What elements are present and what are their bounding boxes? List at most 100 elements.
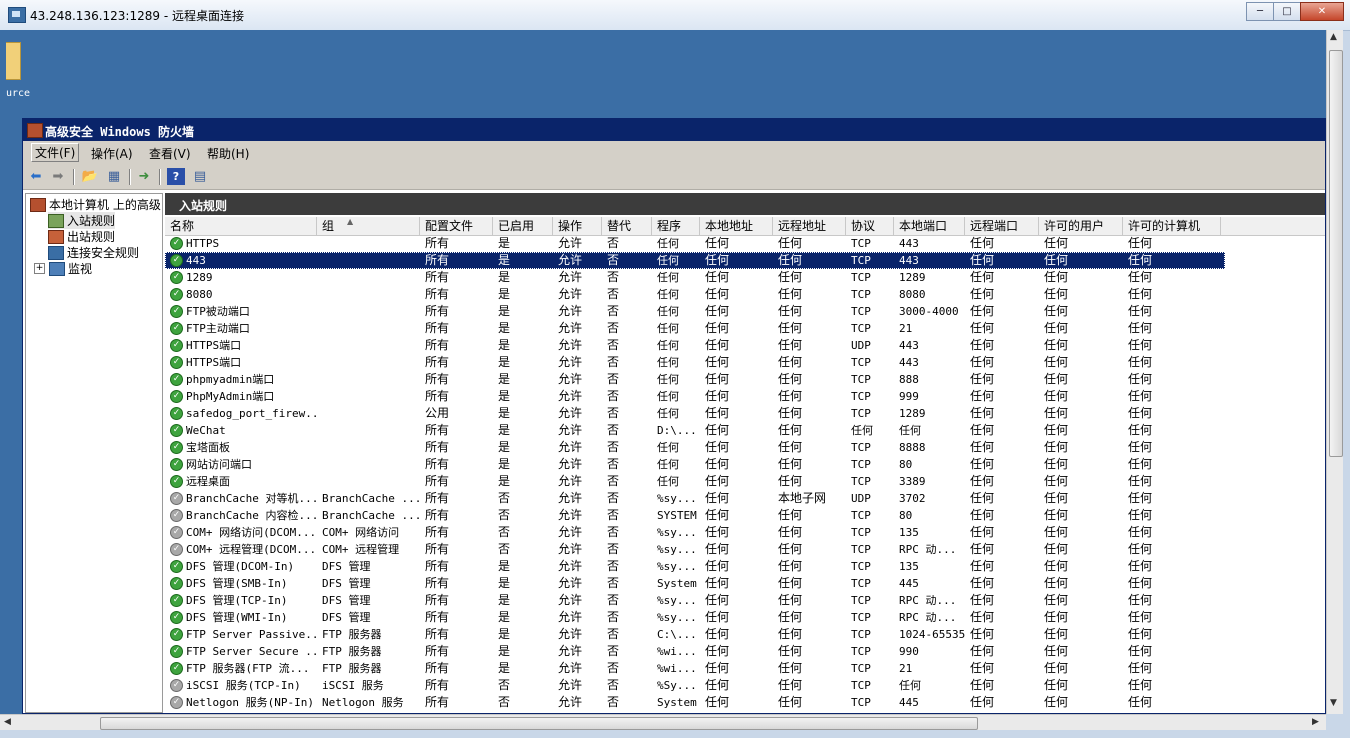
column-group-header[interactable]: 组: [317, 217, 420, 235]
firewall-titlebar[interactable]: 高级安全 Windows 防火墙: [23, 119, 1325, 141]
show-hide-tree-icon[interactable]: ▦: [105, 168, 123, 185]
vertical-scrollbar[interactable]: ▲ ▼: [1326, 30, 1343, 714]
table-row[interactable]: ✓ 1289 所有是允许否任何 任何 任何 TCP 1289 任何 任何 任何: [165, 269, 1225, 286]
column-remote-port-cell: 任何: [970, 457, 995, 471]
scroll-left-icon[interactable]: ◀: [4, 717, 11, 727]
table-row[interactable]: ✓ COM+ 远程管理(DCOM... COM+ 远程管理 所有否允许否 %sy... 任…: [165, 541, 1225, 558]
horizontal-scroll-thumb[interactable]: [100, 717, 978, 730]
column-protocol-cell: TCP: [851, 356, 871, 369]
column-override-cell: 否: [607, 304, 620, 318]
tree-item-outbound-rules[interactable]: 出站规则: [48, 228, 115, 245]
menu-help[interactable]: 帮助(H): [207, 145, 249, 162]
export-list-icon[interactable]: ➜: [135, 168, 153, 185]
table-row[interactable]: ✓ BranchCache 对等机... BranchCache ... 所有否允许否…: [165, 490, 1225, 507]
table-row[interactable]: ✓ FTP被动端口 所有是允许否任何 任何 任何 TCP 3000-4000 任何 任何 任何: [165, 303, 1225, 320]
table-row[interactable]: ✓ FTP Server Secure ... FTP 服务器 所有是允许否 %wi..…: [165, 643, 1225, 660]
column-name-header[interactable]: 名称: [165, 217, 317, 235]
column-program-cell: %wi...: [657, 645, 697, 658]
column-action-header[interactable]: 操作: [553, 217, 602, 235]
table-row[interactable]: ✓ safedog_port_firew... 公用是允许否任何 任何 任何 TCP 128…: [165, 405, 1225, 422]
table-row[interactable]: ✓ 443 所有是允许否任何 任何 任何 TCP 443 任何 任何 任何: [165, 252, 1225, 269]
forward-arrow-icon[interactable]: ➡: [49, 168, 67, 185]
table-row[interactable]: ✓ DFS 管理(DCOM-In) DFS 管理 所有是允许否 %sy... 任何 任何 TC…: [165, 558, 1225, 575]
minimize-icon[interactable]: ─: [1246, 2, 1274, 21]
tree-item-connection-security-rules[interactable]: 连接安全规则: [48, 244, 139, 261]
column-protocol-cell: TCP: [851, 543, 871, 556]
tree-root[interactable]: 本地计算机 上的高级: [30, 196, 161, 213]
column-remote-port-cell: 任何: [970, 576, 995, 590]
menu-view[interactable]: 查看(V): [149, 145, 191, 162]
maximize-icon[interactable]: □: [1273, 2, 1301, 21]
column-remote-port-cell: 任何: [970, 474, 995, 488]
table-row[interactable]: ✓ Netlogon 服务(NP-In) Netlogon 服务 所有否允许否 Syst…: [165, 694, 1225, 711]
table-row[interactable]: ✓ iSCSI 服务(TCP-In) iSCSI 服务 所有否允许否 %Sy... 任何任…: [165, 677, 1225, 694]
column-protocol-header[interactable]: 协议: [846, 217, 894, 235]
help-icon[interactable]: ?: [167, 168, 185, 185]
column-program-header[interactable]: 程序: [652, 217, 700, 235]
table-row[interactable]: ✓ 宝塔面板 所有是允许否任何 任何 任何 TCP 8888 任何 任何 任何: [165, 439, 1225, 456]
expand-plus-icon[interactable]: +: [34, 263, 45, 274]
column-enabled-cell: 是: [498, 406, 511, 420]
back-arrow-icon[interactable]: ⬅: [27, 168, 45, 185]
table-row[interactable]: ✓ FTP主动端口 所有是允许否任何 任何 任何 TCP 21 任何 任何 任何: [165, 320, 1225, 337]
table-row[interactable]: ✓ 网站访问端口 所有是允许否任何 任何 任何 TCP 80 任何 任何 任何: [165, 456, 1225, 473]
horizontal-scrollbar[interactable]: ◀ ▶: [0, 714, 1326, 731]
column-enabled-header[interactable]: 已启用: [493, 217, 553, 235]
column-local-port-cell: 3000-4000: [899, 305, 959, 318]
table-row[interactable]: ✓ FTP 服务器(FTP 流... FTP 服务器 所有是允许否 %wi... 任何 任何…: [165, 660, 1225, 677]
column-protocol-cell: TCP: [851, 390, 871, 403]
column-profile-header[interactable]: 配置文件: [420, 217, 493, 235]
column-local-port-cell: 990: [899, 645, 919, 658]
column-allowed-computers-header[interactable]: 许可的计算机: [1123, 217, 1221, 235]
tree-item-inbound-rules[interactable]: 入站规则: [48, 212, 116, 229]
column-local-port-header[interactable]: 本地端口: [894, 217, 965, 235]
table-row[interactable]: ✓ phpmyadmin端口 所有是允许否任何 任何 任何 TCP 888 任何 任何 任何: [165, 371, 1225, 388]
scroll-up-icon[interactable]: ▲: [1330, 32, 1337, 42]
column-local-port-cell: 999: [899, 390, 919, 403]
column-name-cell: FTP 服务器(FTP 流...: [186, 662, 310, 675]
table-row[interactable]: ✓ PhpMyAdmin端口 所有是允许否任何 任何 任何 TCP 999 任何 任何 任何: [165, 388, 1225, 405]
column-local-address-cell: 任何: [705, 423, 730, 437]
table-row[interactable]: ✓ HTTPS 所有是允许否任何 任何 任何 TCP 443 任何 任何 任何: [165, 235, 1225, 252]
properties-icon[interactable]: ▤: [191, 168, 209, 185]
column-remote-address-cell: 任何: [778, 321, 803, 335]
table-row[interactable]: ✓ BranchCache 内容检... BranchCache ... 所有否允许否…: [165, 507, 1225, 524]
column-program-cell: 任何: [657, 441, 679, 454]
column-override-cell: 否: [607, 678, 620, 692]
table-row[interactable]: ✓ HTTPS端口 所有是允许否任何 任何 任何 UDP 443 任何 任何 任何: [165, 337, 1225, 354]
column-protocol-cell: TCP: [851, 594, 871, 607]
rdp-titlebar[interactable]: 43.248.136.123:1289 - 远程桌面连接 ─ □ ✕: [0, 0, 1350, 31]
menu-file[interactable]: 文件(F): [31, 143, 80, 162]
table-row[interactable]: ✓ DFS 管理(WMI-In) DFS 管理 所有是允许否 %sy... 任何 任何 TCP…: [165, 609, 1225, 626]
table-row[interactable]: ✓ DFS 管理(SMB-In) DFS 管理 所有是允许否 System 任何 任何 TCP…: [165, 575, 1225, 592]
column-remote-port-header[interactable]: 远程端口: [965, 217, 1039, 235]
column-allowed-users-cell: 任何: [1044, 236, 1069, 250]
table-row[interactable]: ✓ FTP Server Passive... FTP 服务器 所有是允许否 C:\..…: [165, 626, 1225, 643]
column-enabled-cell: 是: [498, 372, 511, 386]
tree-item-monitoring[interactable]: + 监视: [34, 260, 92, 277]
table-row[interactable]: ✓ 8080 所有是允许否任何 任何 任何 TCP 8080 任何 任何 任何: [165, 286, 1225, 303]
close-icon[interactable]: ✕: [1300, 2, 1344, 21]
column-name-cell: 宝塔面板: [186, 441, 230, 454]
column-protocol-cell: TCP: [851, 628, 871, 641]
column-remote-address-header[interactable]: 远程地址: [773, 217, 846, 235]
menu-action[interactable]: 操作(A): [91, 145, 133, 162]
column-local-address-cell: 任何: [705, 253, 730, 267]
column-allowed-users-header[interactable]: 许可的用户: [1039, 217, 1123, 235]
table-row[interactable]: ✓ COM+ 网络访问(DCOM... COM+ 网络访问 所有否允许否 %sy... 任…: [165, 524, 1225, 541]
table-row[interactable]: ✓ WeChat 所有是允许否 D:\... 任何 任何 任何 任何 任何 任何 任何: [165, 422, 1225, 439]
scroll-down-icon[interactable]: ▼: [1330, 698, 1337, 708]
column-override-header[interactable]: 替代: [602, 217, 652, 235]
up-folder-icon[interactable]: 📂: [81, 168, 99, 185]
column-local-address-header[interactable]: 本地地址: [700, 217, 773, 235]
column-name-cell: 1289: [186, 271, 213, 284]
table-row[interactable]: ✓ DFS 管理(TCP-In) DFS 管理 所有是允许否 %sy... 任何 任何 TCP…: [165, 592, 1225, 609]
folder-icon[interactable]: [6, 42, 21, 80]
table-row[interactable]: ✓ HTTPS端口 所有是允许否任何 任何 任何 TCP 443 任何 任何 任何: [165, 354, 1225, 371]
vertical-scroll-thumb[interactable]: [1329, 50, 1343, 457]
column-enabled-cell: 是: [498, 236, 511, 250]
table-row[interactable]: ✓ 远程桌面 所有是允许否任何 任何 任何 TCP 3389 任何 任何 任何: [165, 473, 1225, 490]
scroll-right-icon[interactable]: ▶: [1312, 717, 1319, 727]
column-remote-port-cell: 任何: [970, 440, 995, 454]
toolbar-separator: [159, 169, 161, 185]
